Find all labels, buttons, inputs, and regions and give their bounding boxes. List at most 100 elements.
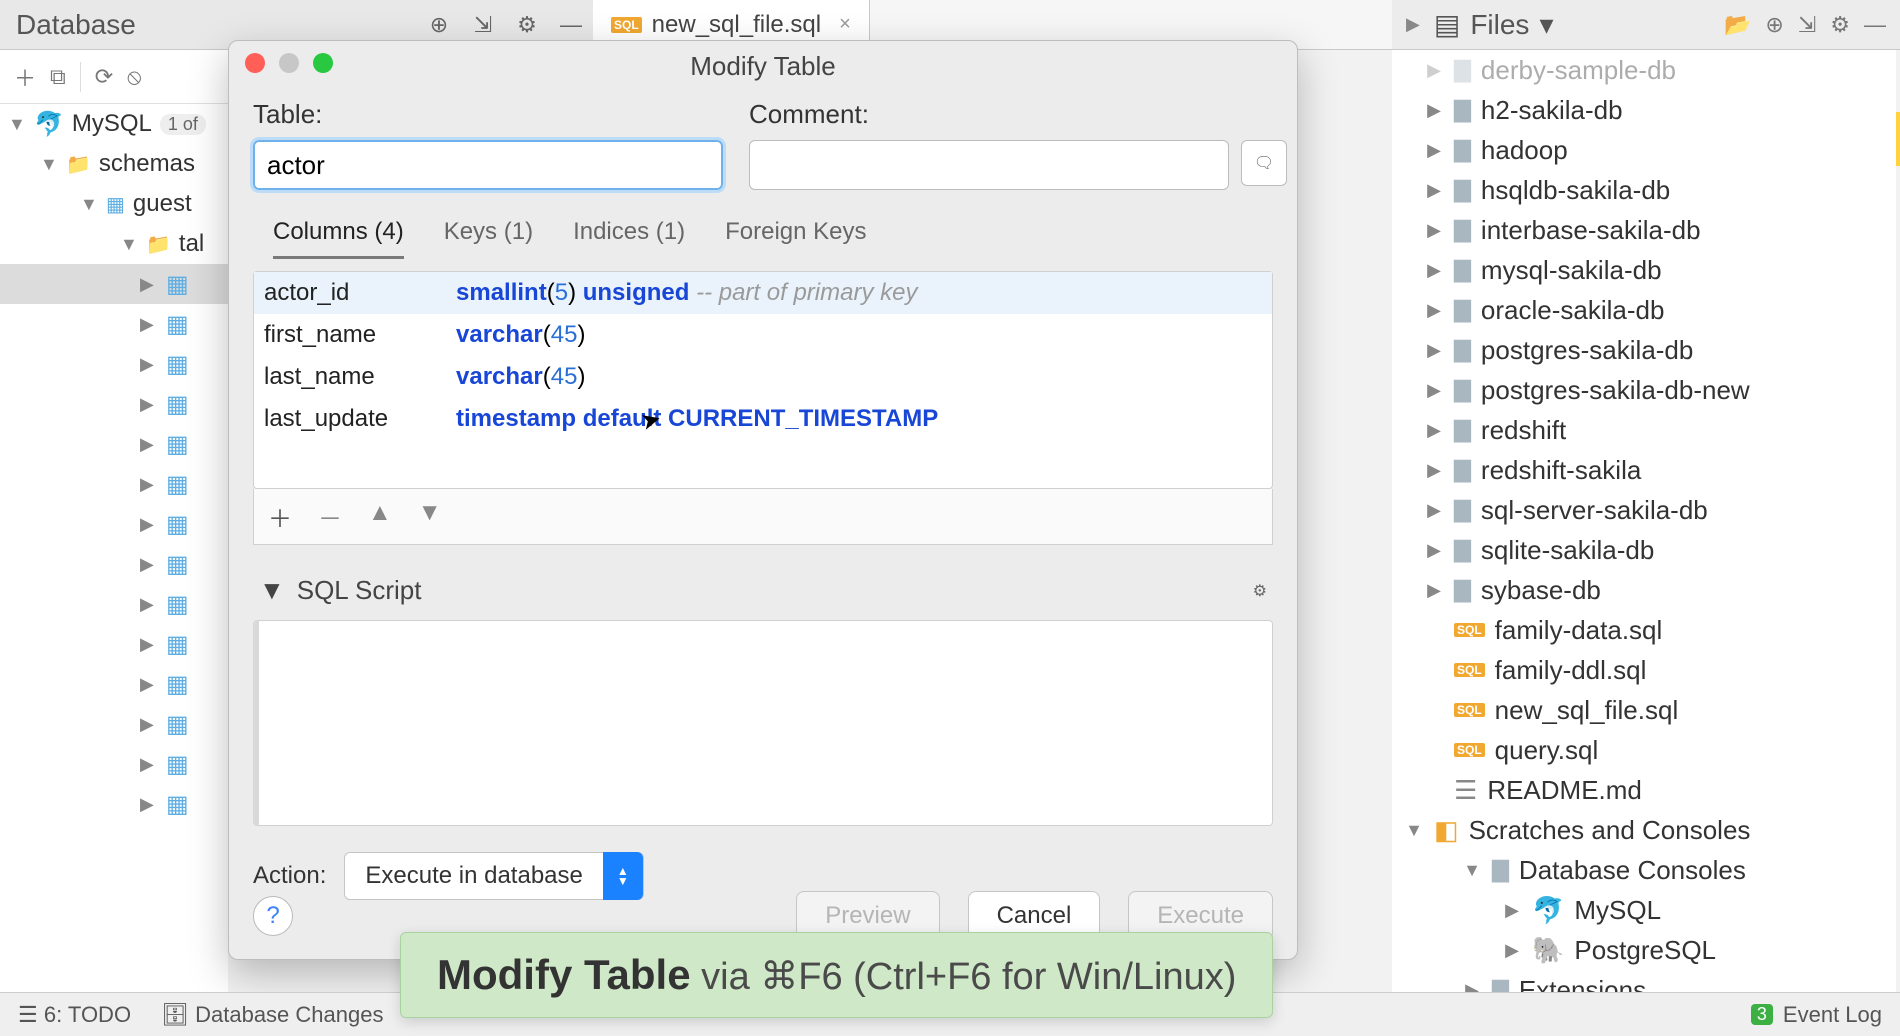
table-row[interactable]: ▶▦ <box>0 624 228 664</box>
table-row[interactable]: ▶▦ <box>0 264 228 304</box>
chevron-right-icon[interactable]: ▶ <box>1424 540 1444 561</box>
chevron-right-icon[interactable]: ▶ <box>1424 140 1444 161</box>
chevron-right-icon[interactable]: ▶ <box>1424 100 1444 121</box>
tree-node-folder[interactable]: ▶▇redshift <box>1392 410 1896 450</box>
tree-node-folder[interactable]: ▶▇interbase-sakila-db <box>1392 210 1896 250</box>
tree-node-schemas[interactable]: ▼ 📁 schemas <box>0 144 228 184</box>
table-row[interactable]: ▶▦ <box>0 304 228 344</box>
chevron-right-icon[interactable]: ▶ <box>140 434 158 455</box>
zoom-window-icon[interactable] <box>313 53 333 73</box>
minimize-icon[interactable]: — <box>1864 12 1886 38</box>
chevron-down-icon[interactable]: ▼ <box>1404 820 1424 841</box>
chevron-right-icon[interactable]: ▶ <box>1424 500 1444 521</box>
chevron-right-icon[interactable]: ▶ <box>1424 580 1444 601</box>
chevron-right-icon[interactable]: ▶ <box>140 594 158 615</box>
table-row[interactable]: ▶▦ <box>0 584 228 624</box>
tree-node-folder[interactable]: ▶▇derby-sample-db <box>1392 50 1896 90</box>
status-db-changes[interactable]: 🗄 Database Changes <box>161 1002 383 1028</box>
gear-icon[interactable]: ⚙ <box>1253 581 1267 601</box>
chevron-down-icon[interactable]: ▼ <box>8 114 26 135</box>
columns-list[interactable]: actor_id smallint(5) unsigned -- part of… <box>253 271 1273 489</box>
chevron-right-icon[interactable]: ▶ <box>1424 260 1444 281</box>
split-icon[interactable]: ⇲ <box>1798 12 1816 38</box>
chevron-right-icon[interactable]: ▶ <box>1406 14 1420 35</box>
comment-input[interactable] <box>749 140 1229 190</box>
tree-node-folder[interactable]: ▶▇oracle-sakila-db <box>1392 290 1896 330</box>
chevron-right-icon[interactable]: ▶ <box>140 714 158 735</box>
tree-node-guest[interactable]: ▼ ▦ guest <box>0 184 228 224</box>
tree-node-mysql[interactable]: ▼ 🐬 MySQL 1 of <box>0 104 228 144</box>
chevron-right-icon[interactable]: ▶ <box>140 674 158 695</box>
chevron-right-icon[interactable]: ▶ <box>140 794 158 815</box>
tree-node-tables[interactable]: ▼ 📁 tal <box>0 224 228 264</box>
gear-icon[interactable]: ⚙ <box>1830 12 1850 38</box>
tree-node-extensions[interactable]: ▶▇Extensions <box>1392 970 1896 992</box>
chevron-down-icon[interactable]: ▼ <box>1462 860 1482 881</box>
dialog-titlebar[interactable]: Modify Table <box>229 41 1297 85</box>
close-icon[interactable]: × <box>839 13 851 36</box>
chevron-down-icon[interactable]: ▼ <box>259 575 285 606</box>
target-icon[interactable]: ⊕ <box>1765 12 1783 38</box>
table-row[interactable]: ▶▦ <box>0 424 228 464</box>
chevron-right-icon[interactable]: ▶ <box>140 274 158 295</box>
table-name-input[interactable] <box>253 140 723 190</box>
stop-icon[interactable]: ⦸ <box>127 64 141 90</box>
tab-indices[interactable]: Indices (1) <box>573 218 685 259</box>
chevron-down-icon[interactable]: ▼ <box>40 154 58 175</box>
tab-foreign-keys[interactable]: Foreign Keys <box>725 218 866 259</box>
chevron-right-icon[interactable]: ▶ <box>1502 900 1522 921</box>
remove-column-button[interactable]: － <box>318 499 342 534</box>
refresh-icon[interactable]: ⟳ <box>95 64 113 90</box>
move-up-button[interactable]: ▲ <box>368 499 392 534</box>
tree-node-folder[interactable]: ▶▇h2-sakila-db <box>1392 90 1896 130</box>
table-row[interactable]: ▶▦ <box>0 544 228 584</box>
tree-node-sqlfile[interactable]: SQLfamily-ddl.sql <box>1392 650 1896 690</box>
files-title[interactable]: ▤ Files ▾ <box>1434 8 1554 41</box>
chevron-right-icon[interactable]: ▶ <box>1424 220 1444 241</box>
table-row[interactable]: ▶▦ <box>0 784 228 824</box>
chevron-right-icon[interactable]: ▶ <box>140 394 158 415</box>
column-row[interactable]: last_update timestamp default CURRENT_TI… <box>254 398 1272 440</box>
chevron-right-icon[interactable]: ▶ <box>1424 460 1444 481</box>
sql-script-editor[interactable] <box>253 620 1273 826</box>
chevron-right-icon[interactable]: ▶ <box>1462 980 1482 993</box>
chevron-right-icon[interactable]: ▶ <box>1424 420 1444 441</box>
close-window-icon[interactable] <box>245 53 265 73</box>
tree-node-folder[interactable]: ▶▇redshift-sakila <box>1392 450 1896 490</box>
tree-node-folder[interactable]: ▶▇postgres-sakila-db <box>1392 330 1896 370</box>
chevron-down-icon[interactable]: ▼ <box>80 194 98 215</box>
chevron-right-icon[interactable]: ▶ <box>1424 380 1444 401</box>
chevron-right-icon[interactable]: ▶ <box>1424 180 1444 201</box>
folder-open-icon[interactable]: 📂 <box>1724 12 1751 38</box>
tree-node-folder[interactable]: ▶▇hsqldb-sakila-db <box>1392 170 1896 210</box>
table-row[interactable]: ▶▦ <box>0 344 228 384</box>
status-event-log[interactable]: Event Log <box>1783 1002 1882 1028</box>
chevron-right-icon[interactable]: ▶ <box>140 754 158 775</box>
tree-node-folder[interactable]: ▶▇postgres-sakila-db-new <box>1392 370 1896 410</box>
chevron-right-icon[interactable]: ▶ <box>140 554 158 575</box>
tree-node-scratches[interactable]: ▼◧Scratches and Consoles <box>1392 810 1896 850</box>
tree-node-folder[interactable]: ▶▇sqlite-sakila-db <box>1392 530 1896 570</box>
table-row[interactable]: ▶▦ <box>0 704 228 744</box>
tree-node-folder[interactable]: ▶▇sybase-db <box>1392 570 1896 610</box>
tab-columns[interactable]: Columns (4) <box>273 218 404 259</box>
tree-node-console-postgres[interactable]: ▶🐘PostgreSQL <box>1392 930 1896 970</box>
tree-node-sqlfile[interactable]: SQLquery.sql <box>1392 730 1896 770</box>
table-row[interactable]: ▶▦ <box>0 744 228 784</box>
tree-node-console-mysql[interactable]: ▶🐬MySQL <box>1392 890 1896 930</box>
tree-node-db-consoles[interactable]: ▼▇Database Consoles <box>1392 850 1896 890</box>
add-icon[interactable]: ＋ <box>14 61 36 93</box>
chevron-right-icon[interactable]: ▶ <box>1424 300 1444 321</box>
tab-keys[interactable]: Keys (1) <box>444 218 533 259</box>
copy-icon[interactable]: ⧉ <box>50 64 66 90</box>
chevron-right-icon[interactable]: ▶ <box>1424 340 1444 361</box>
table-row[interactable]: ▶▦ <box>0 384 228 424</box>
add-column-button[interactable]: ＋ <box>268 499 292 534</box>
tree-node-folder[interactable]: ▶▇mysql-sakila-db <box>1392 250 1896 290</box>
minimize-window-icon[interactable] <box>279 53 299 73</box>
move-down-button[interactable]: ▼ <box>418 499 442 534</box>
tree-node-folder[interactable]: ▶▇sql-server-sakila-db <box>1392 490 1896 530</box>
table-row[interactable]: ▶▦ <box>0 664 228 704</box>
tree-node-file[interactable]: ☰README.md <box>1392 770 1896 810</box>
chevron-right-icon[interactable]: ▶ <box>140 514 158 535</box>
